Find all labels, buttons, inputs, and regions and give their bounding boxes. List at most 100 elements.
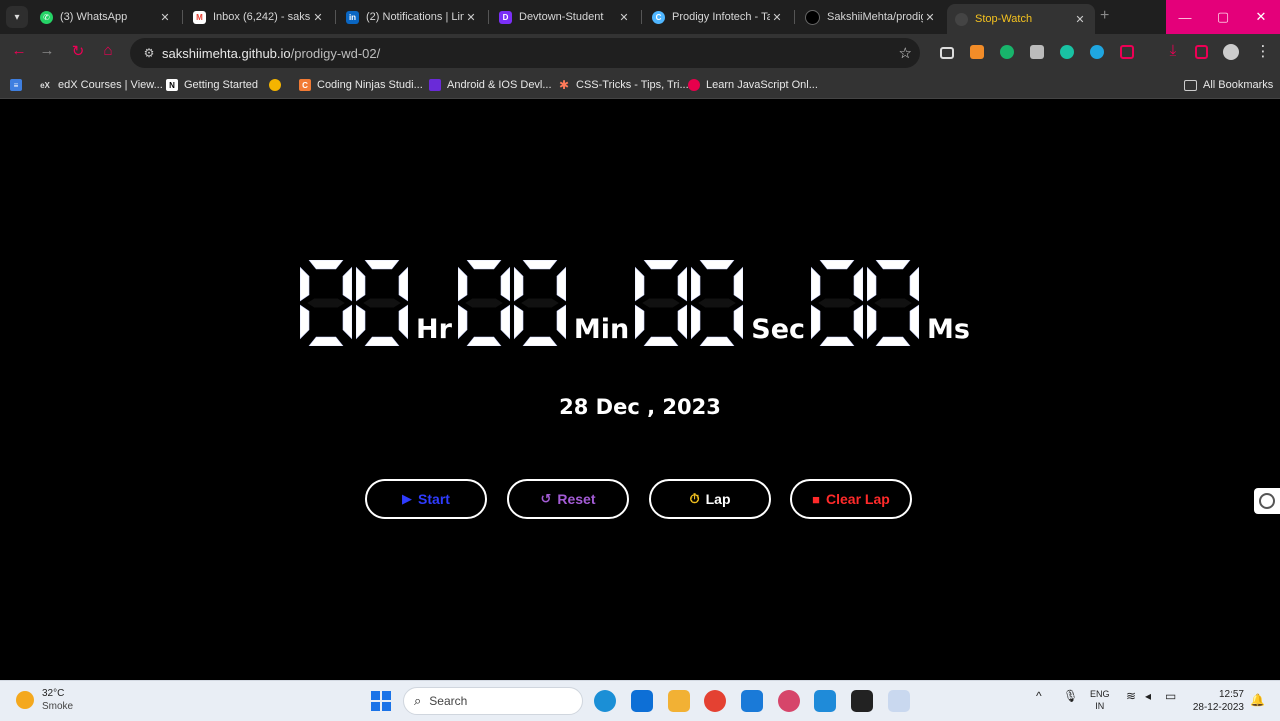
weather-temp: 32°C — [42, 688, 65, 699]
bookmark-pinwheel[interactable] — [269, 77, 287, 93]
home-icon[interactable]: ⌂ — [97, 42, 119, 59]
reset-label: Reset — [557, 491, 596, 507]
grammarly-icon[interactable] — [1000, 45, 1014, 59]
circle-icon — [1259, 493, 1275, 509]
hours-unit: Hr — [416, 314, 452, 345]
tab-title: SakshiiMehta/prodig — [827, 11, 923, 23]
browser-toolbar: ← → ↻ ⌂ ⚙ sakshiimehta.github.io/prodigy… — [0, 34, 1280, 72]
wifi-icon[interactable]: ≋ — [1126, 689, 1136, 703]
forward-icon[interactable]: → — [36, 42, 58, 59]
close-icon[interactable]: ✕ — [311, 11, 325, 24]
search-icon: ⌕ — [414, 693, 422, 708]
reset-button[interactable]: ↺ Reset — [507, 479, 629, 519]
bookmark-coding-ninjas[interactable]: C Coding Ninjas Studi... — [299, 77, 423, 93]
search-placeholder: Search — [429, 694, 468, 708]
extension-icon[interactable] — [1060, 45, 1074, 59]
tab-gmail[interactable]: M Inbox (6,242) - saksh ✕ — [185, 4, 333, 30]
tab-cast-icon[interactable] — [940, 47, 954, 59]
mail-icon[interactable] — [631, 690, 653, 712]
pinwheel-icon — [269, 79, 281, 91]
chrome-icon[interactable] — [704, 690, 726, 712]
tab-title: Devtown-Student — [519, 11, 604, 23]
start-button[interactable]: ▶ Start — [365, 479, 487, 519]
all-bookmarks[interactable]: All Bookmarks — [1184, 77, 1273, 93]
snipping-tool-icon[interactable] — [888, 690, 910, 712]
page-icon — [955, 12, 968, 26]
edge-icon[interactable] — [594, 690, 616, 712]
tab-linkedin[interactable]: in (2) Notifications | Lin ✕ — [338, 4, 486, 30]
seven-segment-digit — [867, 260, 920, 346]
download-icon[interactable]: ⤓ — [1162, 42, 1184, 59]
volume-icon[interactable]: ◂ — [1145, 689, 1151, 703]
window-controls: — ▢ ✕ — [1166, 0, 1280, 34]
bookmark-getting-started[interactable]: N Getting Started — [166, 77, 258, 93]
extension-icon[interactable] — [1030, 45, 1044, 59]
back-icon[interactable]: ← — [8, 42, 30, 59]
weather-desc: Smoke — [42, 701, 74, 712]
minimize-icon[interactable]: — — [1166, 0, 1204, 34]
edx-icon: eX — [40, 80, 50, 90]
battery-icon[interactable]: ▭ — [1165, 689, 1176, 703]
bookmark-star-icon[interactable]: ☆ — [899, 44, 912, 62]
new-tab-button[interactable]: + — [1100, 7, 1109, 25]
floating-widget-button[interactable] — [1254, 488, 1280, 514]
bookmark-android-ios[interactable]: Android & IOS Devl... — [429, 77, 552, 93]
store-icon[interactable] — [741, 690, 763, 712]
stopwatch-icon: ⏱ — [689, 491, 700, 506]
weather-widget[interactable]: 32°C Smoke — [16, 687, 73, 713]
bookmark-css-tricks[interactable]: ✱ CSS-Tricks - Tips, Tri... — [558, 77, 689, 93]
language-indicator[interactable]: ENG IN — [1090, 688, 1110, 712]
extension-icon[interactable] — [970, 45, 984, 59]
clear-lap-button[interactable]: ■ Clear Lap — [790, 479, 912, 519]
notion-icon: N — [166, 79, 178, 91]
side-panel-icon[interactable] — [1195, 45, 1208, 59]
menu-icon[interactable]: ⋮ — [1252, 42, 1274, 60]
close-icon[interactable]: ✕ — [923, 11, 937, 24]
close-icon[interactable]: ✕ — [770, 11, 784, 24]
current-date: 28 Dec , 2023 — [559, 395, 721, 419]
lap-label: Lap — [705, 491, 731, 507]
chevron-up-icon[interactable]: ^ — [1036, 689, 1042, 703]
clock[interactable]: 12:57 28-12-2023 — [1192, 688, 1244, 714]
close-icon[interactable]: ✕ — [464, 11, 478, 24]
terminal-icon[interactable] — [851, 690, 873, 712]
close-icon[interactable]: ✕ — [1073, 13, 1087, 26]
notification-bell-icon[interactable]: 🔔 — [1250, 693, 1265, 707]
site-info-icon[interactable]: ⚙ — [136, 46, 162, 60]
tab-whatsapp[interactable]: ✆ (3) WhatsApp ✕ — [32, 4, 180, 30]
taskbar-search[interactable]: ⌕ Search — [403, 687, 583, 715]
avatar[interactable] — [1223, 44, 1239, 60]
bookmark-label: edX Courses | View... — [58, 79, 163, 91]
extension-icon[interactable] — [1090, 45, 1104, 59]
file-explorer-icon[interactable] — [668, 690, 690, 712]
tab-stop-watch[interactable]: Stop-Watch ✕ — [947, 4, 1095, 34]
tab-github[interactable]: SakshiiMehta/prodig ✕ — [797, 4, 945, 30]
windows-start-icon[interactable] — [371, 691, 391, 711]
address-bar[interactable]: ⚙ sakshiimehta.github.io/prodigy-wd-02/ … — [130, 38, 920, 68]
maximize-icon[interactable]: ▢ — [1204, 0, 1242, 34]
play-icon: ▶ — [402, 491, 413, 506]
chrome-profile-icon[interactable] — [778, 690, 800, 712]
vscode-icon[interactable] — [814, 690, 836, 712]
close-window-icon[interactable]: ✕ — [1242, 0, 1280, 34]
apps-icon[interactable]: ≡ — [10, 77, 28, 93]
bookmarks-bar: ≡ eX edX Courses | View... N Getting Start… — [0, 72, 1280, 99]
microphone-icon[interactable]: 🎙 — [1063, 689, 1078, 703]
tab-prodigy[interactable]: C Prodigy Infotech - Ta ✕ — [644, 4, 792, 30]
bookmark-edx[interactable]: eX edX Courses | View... — [38, 77, 163, 93]
extensions-puzzle-icon[interactable] — [1120, 45, 1134, 59]
close-icon[interactable]: ✕ — [617, 11, 631, 24]
tab-search-button[interactable]: ▾ — [6, 6, 28, 28]
bookmark-learn-js[interactable]: Learn JavaScript Onl... — [688, 77, 818, 93]
reset-icon: ↺ — [540, 491, 552, 506]
tab-title: (3) WhatsApp — [60, 11, 128, 23]
reload-icon[interactable]: ↻ — [67, 42, 89, 60]
clear-lap-label: Clear Lap — [826, 491, 890, 507]
tab-devtown[interactable]: D Devtown-Student ✕ — [491, 4, 639, 30]
tab-title: Prodigy Infotech - Ta — [672, 11, 770, 23]
gmail-icon: M — [193, 10, 206, 24]
close-icon[interactable]: ✕ — [158, 11, 172, 24]
all-bookmarks-label: All Bookmarks — [1203, 79, 1274, 91]
lap-button[interactable]: ⏱ Lap — [649, 479, 771, 519]
android-ios-icon — [429, 79, 441, 91]
